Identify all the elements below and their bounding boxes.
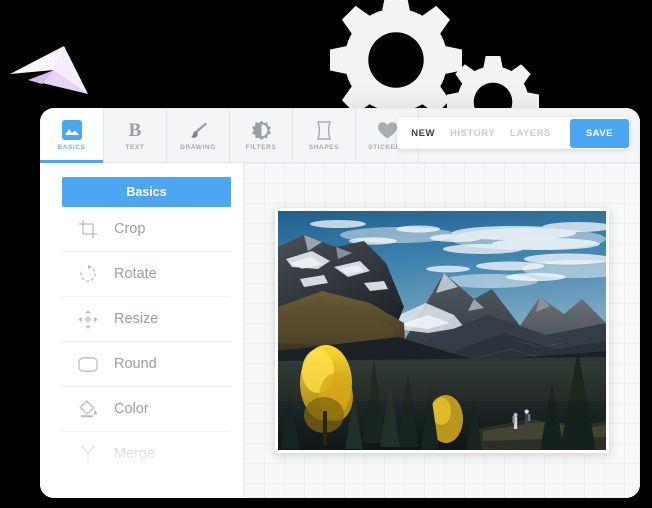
basics-sidebar: Basics Crop Rotate Resize Round Color Me…	[40, 163, 243, 498]
tab-basics-label: BASICS	[57, 144, 86, 151]
sidebar-item-resize[interactable]: Resize	[62, 297, 231, 342]
resize-icon	[78, 309, 98, 329]
new-button[interactable]: NEW	[411, 128, 435, 139]
tab-filters-label: FILTERS	[245, 144, 277, 151]
sidebar-header: Basics	[62, 177, 231, 207]
tab-basics[interactable]: BASICS	[40, 108, 104, 163]
sidebar-item-crop[interactable]: Crop	[62, 207, 231, 252]
heart-icon	[377, 119, 398, 141]
tab-shapes[interactable]: SHAPES	[293, 108, 356, 162]
tab-drawing[interactable]: DRAWING	[167, 108, 230, 162]
sidebar-item-crop-label: Crop	[114, 221, 146, 237]
sidebar-item-round-label: Round	[114, 356, 157, 372]
sidebar-item-color[interactable]: Color	[62, 387, 231, 432]
save-button[interactable]: SAVE	[569, 118, 629, 148]
sidebar-item-color-label: Color	[114, 401, 149, 417]
sidebar-item-merge-label: Merge	[114, 446, 156, 462]
mountain-landscape-photo	[278, 210, 606, 450]
scene: BASICS B TEXT DRAWING FILTERS SHAPES STI…	[0, 0, 652, 508]
shape-icon	[314, 119, 334, 141]
history-button[interactable]: HISTORY	[450, 128, 495, 139]
image-icon	[61, 119, 82, 141]
paint-bucket-icon	[78, 399, 98, 419]
tab-text[interactable]: B TEXT	[104, 108, 167, 162]
crop-icon	[78, 219, 98, 239]
editor-body: Basics Crop Rotate Resize Round Color Me…	[40, 163, 640, 498]
sidebar-item-round[interactable]: Round	[62, 342, 231, 387]
sidebar-item-rotate[interactable]: Rotate	[62, 252, 231, 297]
action-bar: NEW HISTORY LAYERS SAVE	[397, 117, 629, 149]
layers-button[interactable]: LAYERS	[510, 128, 551, 139]
photo-frame	[275, 207, 609, 453]
merge-icon	[78, 444, 98, 464]
tab-shapes-label: SHAPES	[308, 144, 340, 151]
paper-plane-icon	[10, 46, 88, 94]
sidebar-item-resize-label: Resize	[114, 311, 159, 327]
sidebar-item-merge[interactable]: Merge	[62, 432, 231, 477]
tab-bar: BASICS B TEXT DRAWING FILTERS SHAPES STI…	[40, 108, 640, 163]
tab-text-label: TEXT	[125, 144, 145, 151]
tab-filters[interactable]: FILTERS	[230, 108, 293, 162]
contrast-icon	[251, 119, 272, 141]
sidebar-item-rotate-label: Rotate	[114, 266, 157, 282]
editor-canvas[interactable]	[243, 163, 640, 498]
brush-icon	[188, 119, 209, 141]
round-icon	[78, 354, 98, 374]
letter-b-icon: B	[128, 119, 142, 141]
tab-drawing-label: DRAWING	[180, 144, 216, 151]
rotate-icon	[78, 264, 98, 284]
image-editor-window: BASICS B TEXT DRAWING FILTERS SHAPES STI…	[40, 108, 640, 498]
